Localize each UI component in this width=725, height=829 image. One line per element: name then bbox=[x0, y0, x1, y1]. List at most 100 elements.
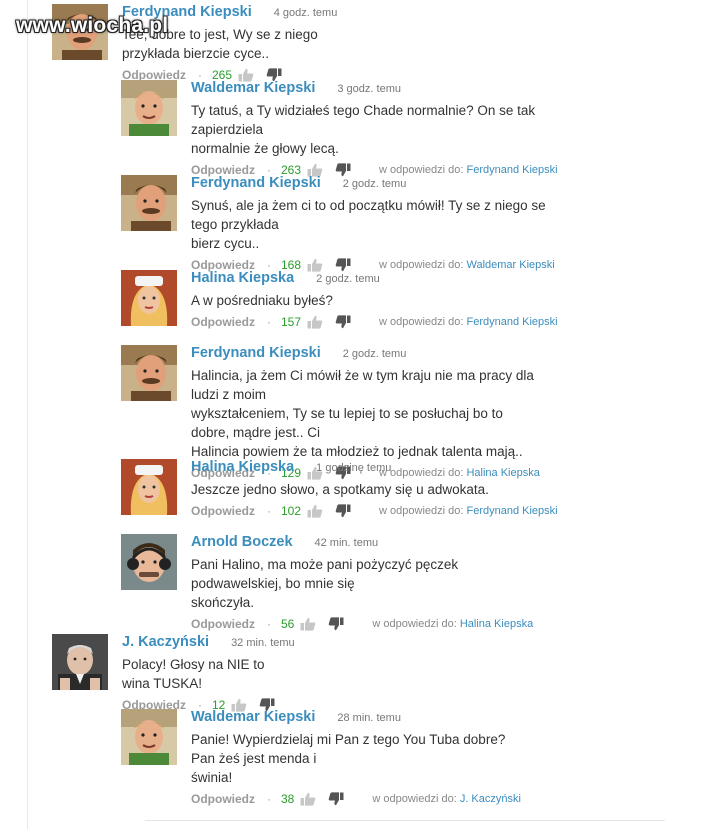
comment-text-line: Halincia, ja żem Ci mówił że w tym kraju… bbox=[191, 368, 534, 402]
comment-actions: Odpowiedz · 38 w odpowiedzi do: J. Kaczyńsk… bbox=[191, 791, 521, 807]
comment-header: Halina Kiepska 2 godz. temu bbox=[191, 270, 558, 290]
in-reply-to-label: w odpowiedzi do: bbox=[379, 316, 467, 328]
thread-left-rule bbox=[27, 0, 28, 829]
comment-body: Halina Kiepska 2 godz. temu A w pośredniak… bbox=[191, 270, 558, 330]
comment-header: Waldemar Kiepski 3 godz. temu bbox=[191, 80, 558, 100]
comment-text-line: Polacy! Głosy na NIE to wina TUSKA! bbox=[122, 657, 265, 691]
author-link[interactable]: Halina Kiepska bbox=[191, 459, 294, 475]
avatar[interactable] bbox=[121, 709, 177, 765]
comment-body: Arnold Boczek 42 min. temu Pani Halino, ma… bbox=[191, 534, 533, 632]
thumbs-down-icon[interactable] bbox=[328, 617, 344, 631]
thumbs-up-icon[interactable] bbox=[300, 792, 316, 806]
watermark: www.wiocha.pl bbox=[16, 14, 169, 37]
comment-text: Ty tatuś, a Ty widziałeś tego Chade norm… bbox=[191, 101, 558, 158]
comment-body: Ferdynand Kiepski 2 godz. temu Synuś, ale … bbox=[191, 175, 555, 273]
in-reply-to-label: w odpowiedzi do: bbox=[379, 505, 467, 517]
timestamp[interactable]: 32 min. temu bbox=[231, 637, 295, 649]
reply-button[interactable]: Odpowiedz bbox=[191, 315, 255, 329]
separator-dot: · bbox=[267, 504, 271, 518]
comment-text-line: bierz cycu.. bbox=[191, 236, 260, 251]
in-reply-to: w odpowiedzi do: Ferdynand Kiepski bbox=[379, 316, 558, 328]
comment-text-line: Panie! Wypierdzielaj mi Pan z tego You T… bbox=[191, 732, 506, 766]
separator-dot: · bbox=[267, 792, 271, 806]
separator-dot: · bbox=[267, 617, 271, 631]
thumbs-up-icon[interactable] bbox=[300, 617, 316, 631]
separator-dot: · bbox=[267, 315, 271, 329]
thumbs-down-icon[interactable] bbox=[335, 315, 351, 329]
comment-body: Waldemar Kiepski 3 godz. temu Ty tatuś, a … bbox=[191, 80, 558, 178]
comment-text: Panie! Wypierdzielaj mi Pan z tego You T… bbox=[191, 730, 521, 787]
comment-text-line: skończyła. bbox=[191, 595, 255, 610]
vote-count: 38 bbox=[281, 792, 295, 806]
in-reply-to-link[interactable]: Ferdynand Kiepski bbox=[466, 505, 557, 517]
in-reply-to: w odpowiedzi do: Ferdynand Kiepski bbox=[379, 505, 558, 517]
author-link[interactable]: Ferdynand Kiepski bbox=[191, 175, 321, 191]
author-link[interactable]: Waldemar Kiepski bbox=[191, 80, 315, 96]
timestamp[interactable]: 1 godzinę temu bbox=[316, 462, 391, 474]
comment-text: Pani Halino, ma może pani pożyczyć pęcze… bbox=[191, 555, 533, 612]
comment-body: Waldemar Kiepski 28 min. temu Panie! Wypie… bbox=[191, 709, 521, 807]
timestamp[interactable]: 2 godz. temu bbox=[343, 178, 407, 190]
in-reply-to: w odpowiedzi do: J. Kaczyński bbox=[372, 793, 521, 805]
comment-text-line: A w pośredniaku byłeś? bbox=[191, 293, 333, 308]
comment-body: J. Kaczyński 32 min. temu Polacy! Głosy na… bbox=[122, 634, 295, 713]
author-link[interactable]: Waldemar Kiepski bbox=[191, 709, 315, 725]
avatar[interactable] bbox=[121, 175, 177, 231]
timestamp[interactable]: 4 godz. temu bbox=[274, 7, 338, 19]
avatar[interactable] bbox=[121, 80, 177, 136]
comment-text-line: Jeszcze jedno słowo, a spotkamy się u ad… bbox=[191, 482, 489, 497]
comment-text-line: wykształceniem, Ty se tu lepiej to se po… bbox=[191, 406, 503, 440]
comment-header: Waldemar Kiepski 28 min. temu bbox=[191, 709, 521, 729]
comment-text-line: Synuś, ale ja żem ci to od początku mówi… bbox=[191, 198, 546, 232]
reply-button[interactable]: Odpowiedz bbox=[191, 617, 255, 631]
in-reply-to-label: w odpowiedzi do: bbox=[372, 793, 460, 805]
comment-text: Halincia, ja żem Ci mówił że w tym kraju… bbox=[191, 366, 540, 461]
vote-count: 102 bbox=[281, 504, 302, 518]
thumbs-up-icon[interactable] bbox=[307, 504, 323, 518]
reply-button[interactable]: Odpowiedz bbox=[191, 504, 255, 518]
comment-text-line: Pani Halino, ma może pani pożyczyć pęcze… bbox=[191, 557, 459, 591]
avatar[interactable] bbox=[121, 345, 177, 401]
comment-text-line: Ty tatuś, a Ty widziałeś tego Chade norm… bbox=[191, 103, 536, 137]
author-link[interactable]: J. Kaczyński bbox=[122, 634, 209, 650]
timestamp[interactable]: 28 min. temu bbox=[337, 712, 401, 724]
comment-header: J. Kaczyński 32 min. temu bbox=[122, 634, 295, 654]
avatar[interactable] bbox=[121, 459, 177, 515]
comment-text: Polacy! Głosy na NIE to wina TUSKA! bbox=[122, 655, 295, 693]
timestamp[interactable]: 3 godz. temu bbox=[337, 83, 401, 95]
comment-actions: Odpowiedz · 56 w odpowiedzi do: Halina Kiep… bbox=[191, 616, 533, 632]
in-reply-to-link[interactable]: Ferdynand Kiepski bbox=[466, 316, 557, 328]
comment-header: Arnold Boczek 42 min. temu bbox=[191, 534, 533, 554]
in-reply-to-link[interactable]: Halina Kiepska bbox=[460, 618, 533, 630]
thumbs-down-icon[interactable] bbox=[328, 792, 344, 806]
avatar[interactable] bbox=[121, 270, 177, 326]
avatar[interactable] bbox=[121, 534, 177, 590]
comment-header: Ferdynand Kiepski 2 godz. temu bbox=[191, 175, 555, 195]
in-reply-to-label: w odpowiedzi do: bbox=[372, 618, 460, 630]
comment-text-line: normalnie że głowy lecą. bbox=[191, 141, 339, 156]
avatar[interactable] bbox=[52, 634, 108, 690]
comment-text: Jeszcze jedno słowo, a spotkamy się u ad… bbox=[191, 480, 558, 499]
comment-actions: Odpowiedz · 102 w odpowiedzi do: Ferdynand … bbox=[191, 503, 558, 519]
in-reply-to-link[interactable]: J. Kaczyński bbox=[460, 793, 521, 805]
timestamp[interactable]: 2 godz. temu bbox=[343, 348, 407, 360]
comment-header: Ferdynand Kiepski 2 godz. temu bbox=[191, 345, 540, 365]
comment-text: Synuś, ale ja żem ci to od początku mówi… bbox=[191, 196, 555, 253]
comment-header: Halina Kiepska 1 godzinę temu bbox=[191, 459, 558, 479]
thread-bottom-divider bbox=[145, 820, 665, 821]
thumbs-down-icon[interactable] bbox=[335, 504, 351, 518]
comment-body: Halina Kiepska 1 godzinę temu Jeszcze jedn… bbox=[191, 459, 558, 519]
author-link[interactable]: Halina Kiepska bbox=[191, 270, 294, 286]
reply-button[interactable]: Odpowiedz bbox=[191, 792, 255, 806]
comment-text-line: świnia! bbox=[191, 770, 233, 785]
vote-count: 56 bbox=[281, 617, 295, 631]
comment-actions: Odpowiedz · 157 w odpowiedzi do: Ferdynand … bbox=[191, 314, 558, 330]
author-link[interactable]: Ferdynand Kiepski bbox=[191, 345, 321, 361]
timestamp[interactable]: 2 godz. temu bbox=[316, 273, 380, 285]
thumbs-up-icon[interactable] bbox=[307, 315, 323, 329]
author-link[interactable]: Arnold Boczek bbox=[191, 534, 293, 550]
comment-text: A w pośredniaku byłeś? bbox=[191, 291, 558, 310]
in-reply-to: w odpowiedzi do: Halina Kiepska bbox=[372, 618, 533, 630]
vote-count: 157 bbox=[281, 315, 302, 329]
timestamp[interactable]: 42 min. temu bbox=[315, 537, 379, 549]
